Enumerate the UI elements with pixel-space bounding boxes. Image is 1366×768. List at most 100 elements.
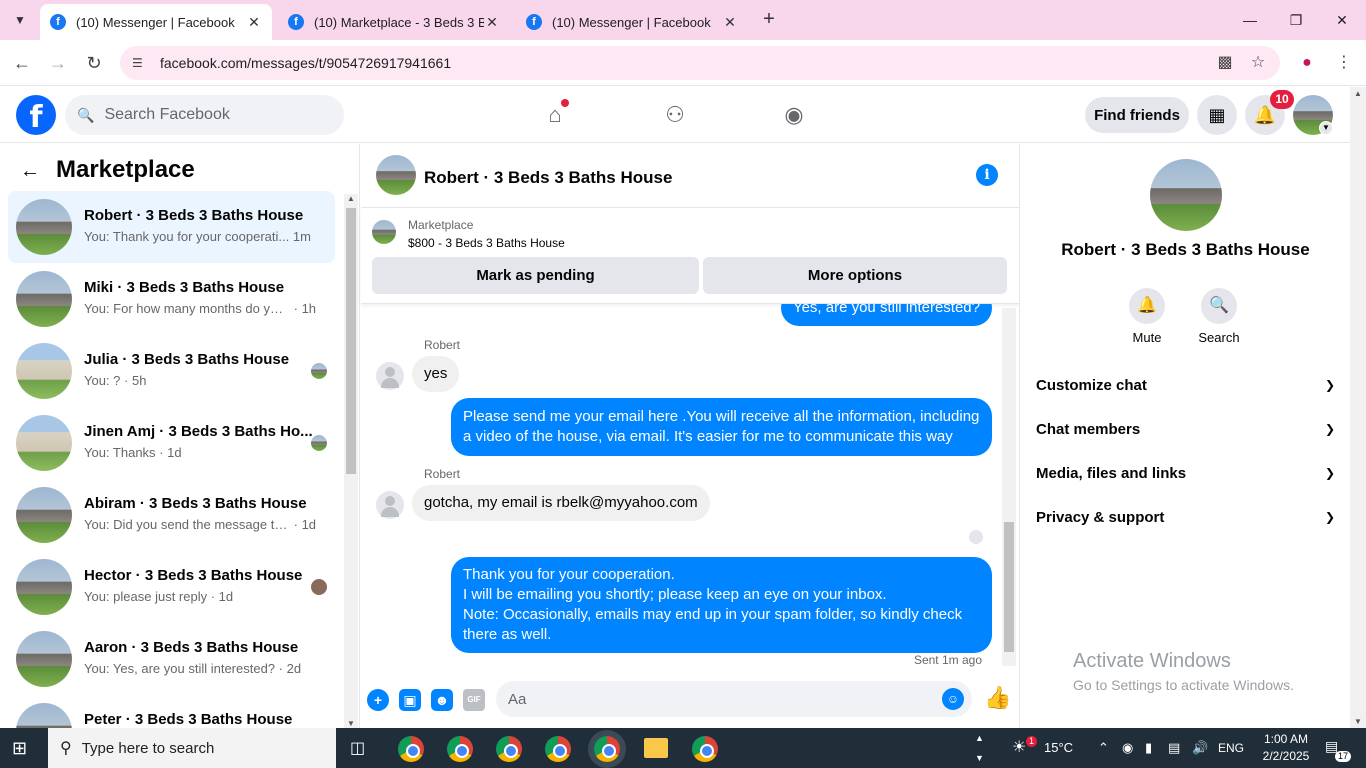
section-customize-chat[interactable]: Customize chat ❯: [1028, 363, 1343, 407]
site-settings-icon[interactable]: ☰: [132, 56, 148, 70]
reload-icon[interactable]: ↻: [83, 52, 105, 74]
chrome-app-icon[interactable]: [496, 736, 522, 762]
chat-header: Robert · 3 Beds 3 Baths House i: [361, 144, 1019, 208]
install-app-icon[interactable]: ▩: [1214, 52, 1236, 74]
file-explorer-icon[interactable]: [644, 738, 668, 758]
home-icon[interactable]: ⌂: [539, 99, 571, 131]
scroll-down-arrow-icon[interactable]: ▼: [344, 719, 358, 728]
close-window-icon[interactable]: ✕: [1330, 8, 1354, 32]
address-bar[interactable]: ☰ facebook.com/messages/t/90547269179416…: [120, 46, 1280, 80]
chrome-app-icon[interactable]: [398, 736, 424, 762]
scroll-down-arrow-icon[interactable]: ▼: [1350, 717, 1366, 726]
conversation-item-peter[interactable]: Peter · 3 Beds 3 Baths House: [8, 695, 335, 728]
browser-menu-icon[interactable]: ⋮: [1333, 52, 1355, 74]
chat-title[interactable]: Robert · 3 Beds 3 Baths House: [424, 168, 672, 188]
notification-center-icon[interactable]: ▤ 17: [1325, 738, 1351, 762]
browser-tab-messenger-2[interactable]: f (10) Messenger | Facebook ✕: [516, 4, 748, 40]
thumbs-up-icon[interactable]: 👍: [984, 684, 1012, 712]
message-input-box[interactable]: ☺: [496, 681, 972, 717]
taskbar-clock[interactable]: 1:00 AM 2/2/2025: [1250, 731, 1322, 765]
friends-icon[interactable]: ⚇: [659, 99, 691, 131]
section-media-files-links[interactable]: Media, files and links ❯: [1028, 451, 1343, 495]
emoji-icon[interactable]: ☺: [942, 688, 964, 710]
minimize-window-icon[interactable]: —: [1238, 8, 1262, 32]
scroll-up-arrow-icon[interactable]: ▲: [1350, 89, 1366, 98]
chrome-app-icon[interactable]: [692, 736, 718, 762]
sender-avatar[interactable]: [376, 491, 404, 519]
conversation-list-scrollbar[interactable]: ▲ ▼: [344, 194, 358, 728]
groups-icon[interactable]: ◉: [778, 99, 810, 131]
meet-now-icon[interactable]: ◉: [1122, 728, 1133, 768]
close-tab-icon[interactable]: ✕: [722, 14, 738, 31]
browser-tab-marketplace[interactable]: f (10) Marketplace - 3 Beds 3 Bat ✕: [278, 4, 510, 40]
profile-icon[interactable]: ●: [1296, 52, 1318, 74]
menu-grid-icon[interactable]: ▦: [1197, 95, 1237, 135]
sender-avatar[interactable]: [376, 362, 404, 390]
sticker-icon[interactable]: ☻: [431, 689, 453, 711]
more-options-button[interactable]: More options: [703, 257, 1007, 294]
find-friends-button[interactable]: Find friends: [1085, 97, 1189, 133]
tab-title: (10) Marketplace - 3 Beds 3 Bat: [314, 14, 484, 30]
show-hidden-icons-icon[interactable]: ⌃: [1098, 728, 1109, 768]
forward-arrow-icon[interactable]: →: [47, 52, 69, 74]
browser-tab-messenger[interactable]: f (10) Messenger | Facebook ✕: [40, 4, 272, 40]
taskbar-search-box[interactable]: ⚲ Type here to search: [48, 728, 336, 768]
weather-icon[interactable]: ☀ 1: [1012, 728, 1038, 768]
listing-price[interactable]: $800 - 3 Beds 3 Baths House: [408, 236, 565, 250]
new-tab-plus-icon[interactable]: +: [758, 8, 780, 30]
battery-icon[interactable]: ▮: [1145, 728, 1152, 768]
tab-search-chevron-icon[interactable]: ▼: [10, 10, 30, 30]
conversation-item-jinen[interactable]: Jinen Amj · 3 Beds 3 Baths Ho... You: Th…: [8, 407, 335, 479]
conversation-info-icon[interactable]: i: [976, 164, 998, 186]
search-icon: 🔍: [77, 106, 95, 123]
conversation-item-julia[interactable]: Julia · 3 Beds 3 Baths House You: ? · 5h: [8, 335, 335, 407]
attach-photo-icon[interactable]: ▣: [399, 689, 421, 711]
seen-receipt-avatar: [969, 530, 983, 544]
windows-start-icon[interactable]: ⊞: [12, 738, 32, 758]
section-chat-members[interactable]: Chat members ❯: [1028, 407, 1343, 451]
chrome-app-icon[interactable]: [545, 736, 571, 762]
chat-scrollbar[interactable]: [1002, 308, 1016, 666]
page-scrollbar[interactable]: ▲ ▼: [1350, 87, 1366, 728]
volume-icon[interactable]: 🔊: [1192, 728, 1208, 768]
network-icon[interactable]: ▤: [1168, 728, 1180, 768]
section-privacy-support[interactable]: Privacy & support ❯: [1028, 495, 1343, 539]
restore-window-icon[interactable]: ❐: [1284, 8, 1308, 32]
task-view-icon[interactable]: ◫: [350, 738, 370, 758]
conversation-item-abiram[interactable]: Abiram · 3 Beds 3 Baths House You: Did y…: [8, 479, 335, 551]
scroll-up-arrow-icon[interactable]: ▲: [344, 194, 358, 203]
facebook-logo-icon[interactable]: f: [16, 95, 56, 135]
sent-status: Sent 1m ago: [913, 653, 982, 667]
listing-avatar: [16, 343, 72, 399]
mute-button[interactable]: 🔔 Mute: [1117, 288, 1177, 345]
search-in-conversation-button[interactable]: 🔍 Search: [1189, 288, 1249, 345]
bookmark-star-icon[interactable]: ☆: [1247, 52, 1269, 74]
gif-icon[interactable]: GIF: [463, 689, 485, 711]
scrollbar-thumb[interactable]: [1004, 522, 1014, 652]
message-input[interactable]: [508, 690, 908, 708]
language-indicator[interactable]: ENG: [1218, 728, 1244, 768]
listing-thumbnail[interactable]: [372, 220, 396, 244]
back-arrow-icon[interactable]: ←: [20, 160, 40, 183]
facebook-search-input[interactable]: [104, 106, 325, 124]
chrome-app-icon[interactable]: [447, 736, 473, 762]
close-tab-icon[interactable]: ✕: [484, 14, 500, 31]
back-arrow-icon[interactable]: ←: [11, 52, 33, 74]
conversation-item-miki[interactable]: Miki · 3 Beds 3 Baths House You: For how…: [8, 263, 335, 335]
facebook-search-box[interactable]: 🔍: [65, 95, 344, 135]
search-icon[interactable]: 🔍: [1201, 288, 1237, 324]
conversation-item-aaron[interactable]: Aaron · 3 Beds 3 Baths House You: Yes, a…: [8, 623, 335, 695]
tray-scroll-arrows-icon[interactable]: ▲ ▼: [975, 728, 984, 768]
conversation-item-robert[interactable]: Robert · 3 Beds 3 Baths House You: Thank…: [8, 191, 335, 263]
profile-avatar[interactable]: [1150, 159, 1222, 231]
account-chevron-down-icon[interactable]: ▼: [1319, 121, 1333, 135]
mark-as-pending-button[interactable]: Mark as pending: [372, 257, 699, 294]
more-actions-plus-icon[interactable]: +: [367, 689, 389, 711]
temperature-text[interactable]: 15°C: [1044, 728, 1073, 768]
chrome-app-icon[interactable]: [594, 736, 620, 762]
chat-avatar[interactable]: [376, 155, 416, 195]
scrollbar-thumb[interactable]: [346, 208, 356, 474]
close-tab-icon[interactable]: ✕: [246, 14, 262, 31]
conversation-item-hector[interactable]: Hector · 3 Beds 3 Baths House You: pleas…: [8, 551, 335, 623]
bell-icon[interactable]: 🔔: [1129, 288, 1165, 324]
